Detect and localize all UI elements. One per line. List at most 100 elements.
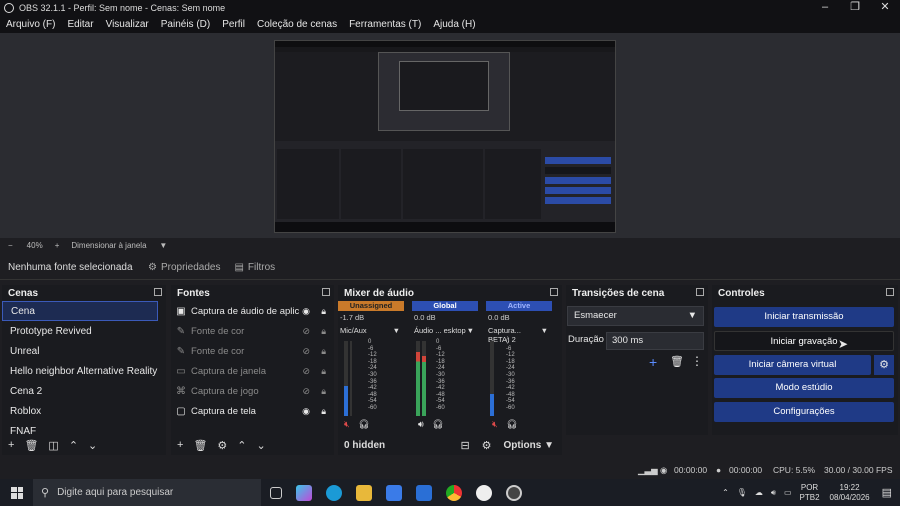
popout-icon[interactable] — [550, 288, 558, 296]
speaker-muted-icon[interactable]: 🔇︎ — [344, 419, 350, 429]
source-item[interactable]: ▭ Captura de janela ⊘ 🔒︎ — [171, 361, 334, 381]
clock-time[interactable]: 19:22 — [830, 483, 870, 493]
scene-item[interactable]: Prototype Revived — [2, 321, 166, 341]
menu-help[interactable]: Ajuda (H) — [433, 19, 475, 30]
scene-item[interactable]: Roblox — [2, 401, 166, 421]
store-icon[interactable] — [386, 485, 402, 501]
battery-icon[interactable]: ▭ — [784, 488, 792, 497]
mic-icon[interactable]: 🎙︎ — [737, 488, 747, 497]
unreal-icon[interactable] — [476, 485, 492, 501]
layout-icon[interactable]: ⊟ — [460, 439, 469, 452]
menu-view[interactable]: Visualizar — [106, 19, 149, 30]
trash-icon[interactable]: 🗑 — [670, 355, 684, 368]
volume-slider[interactable] — [350, 341, 352, 416]
eye-icon[interactable]: ◉ — [302, 406, 310, 417]
source-item[interactable]: ✎ Fonte de cor ⊘ 🔒︎ — [171, 321, 334, 341]
add-source-icon[interactable]: + — [177, 439, 183, 451]
menu-file[interactable]: Arquivo (F) — [6, 19, 55, 30]
more-icon[interactable]: ⋮ — [691, 354, 703, 368]
scale-mode-select[interactable]: Dimensionar à janela — [71, 241, 157, 250]
chevron-down-icon[interactable]: ▼ — [393, 326, 400, 335]
scene-filters-icon[interactable]: ◫ — [48, 439, 58, 452]
language-label[interactable]: POR — [800, 483, 820, 493]
start-streaming-button[interactable]: Iniciar transmissão — [714, 307, 894, 327]
properties-button[interactable]: ⚙ Propriedades — [148, 262, 220, 273]
filters-button[interactable]: ▤ Filtros — [234, 262, 275, 273]
move-down-icon[interactable]: ⌄ — [257, 439, 266, 452]
eye-icon[interactable]: ◉ — [302, 306, 310, 317]
scene-item[interactable]: Hello neighbor Alternative Reality — [2, 361, 166, 381]
preview-canvas[interactable] — [274, 40, 616, 233]
move-up-icon[interactable]: ⌃ — [69, 439, 78, 452]
start-virtual-camera-button[interactable]: Iniciar câmera virtual — [714, 355, 871, 375]
hidden-count[interactable]: 0 hidden — [344, 440, 385, 451]
chevron-up-icon[interactable]: ⌃ — [722, 488, 729, 497]
studio-mode-button[interactable]: Modo estúdio — [714, 378, 894, 398]
settings-button[interactable]: Configurações — [714, 402, 894, 422]
headphones-icon[interactable]: 🎧︎ — [432, 419, 443, 429]
keyboard-layout-label[interactable]: PTB2 — [800, 493, 820, 503]
headphones-icon[interactable]: 🎧︎ — [358, 419, 369, 429]
trash-icon[interactable]: 🗑 — [193, 439, 207, 452]
chevron-down-icon[interactable]: ▼ — [467, 326, 474, 335]
eye-off-icon[interactable]: ⊘ — [302, 386, 310, 397]
lock-icon[interactable]: 🔒︎ — [321, 306, 326, 317]
zoom-out-button[interactable]: − — [8, 241, 13, 250]
edge-icon[interactable] — [326, 485, 342, 501]
duration-input[interactable]: 300 ms — [606, 332, 704, 350]
zoom-in-button[interactable]: + — [55, 241, 60, 250]
menu-scene-collection[interactable]: Coleção de cenas — [257, 19, 337, 30]
source-item[interactable]: ▢ Captura de tela ◉ 🔒︎ — [171, 401, 334, 421]
speaker-icon[interactable]: 🔊︎ — [418, 419, 424, 429]
move-up-icon[interactable]: ⌃ — [237, 439, 246, 452]
chrome-icon[interactable] — [446, 485, 462, 501]
close-button[interactable]: ✕ — [870, 0, 900, 15]
headphones-icon[interactable]: 🎧︎ — [506, 419, 517, 429]
copilot-icon[interactable] — [296, 485, 312, 501]
virtual-camera-settings-button[interactable]: ⚙ — [874, 355, 894, 375]
popout-icon[interactable] — [154, 288, 162, 296]
notifications-icon[interactable]: ▤ — [882, 486, 892, 499]
clock-date[interactable]: 08/04/2026 — [830, 493, 870, 503]
task-view-icon[interactable] — [270, 487, 282, 499]
move-down-icon[interactable]: ⌄ — [88, 439, 97, 452]
lock-icon[interactable]: 🔒︎ — [321, 346, 326, 357]
source-item[interactable]: ▣ Captura de áudio de aplic ◉ 🔒︎ — [171, 301, 334, 321]
add-transition-icon[interactable]: + — [649, 354, 657, 370]
scene-item[interactable]: Cena 2 — [2, 381, 166, 401]
volume-icon[interactable]: 🔊︎ — [771, 488, 776, 498]
lock-icon[interactable]: 🔒︎ — [321, 326, 326, 337]
add-scene-icon[interactable]: + — [8, 439, 14, 451]
menu-edit[interactable]: Editar — [67, 19, 93, 30]
popout-icon[interactable] — [322, 288, 330, 296]
preview-area[interactable] — [0, 33, 900, 238]
source-item[interactable]: ⌘ Captura de jogo ⊘ 🔒︎ — [171, 381, 334, 401]
menu-profile[interactable]: Perfil — [222, 19, 245, 30]
popout-icon[interactable] — [886, 288, 894, 296]
transition-select[interactable]: Esmaecer ▼ — [567, 306, 704, 326]
eye-off-icon[interactable]: ⊘ — [302, 366, 310, 377]
chevron-down-icon[interactable]: ▼ — [159, 241, 167, 250]
network-icon[interactable]: ☁ — [755, 488, 763, 497]
gear-icon[interactable]: ⚙ — [217, 439, 227, 452]
file-explorer-icon[interactable] — [356, 485, 372, 501]
menu-tools[interactable]: Ferramentas (T) — [349, 19, 421, 30]
mail-icon[interactable] — [416, 485, 432, 501]
start-recording-button[interactable]: Iniciar gravação — [714, 331, 894, 351]
scene-item[interactable]: Cena — [2, 301, 158, 321]
menu-docks[interactable]: Painéis (D) — [161, 19, 210, 30]
scene-item[interactable]: Unreal — [2, 341, 166, 361]
windows-start-icon[interactable] — [11, 486, 23, 499]
popout-icon[interactable] — [696, 288, 704, 296]
eye-off-icon[interactable]: ⊘ — [302, 346, 310, 357]
source-item[interactable]: ✎ Fonte de cor ⊘ 🔒︎ — [171, 341, 334, 361]
advanced-audio-icon[interactable]: ⚙ — [482, 439, 492, 452]
lock-icon[interactable]: 🔒︎ — [321, 386, 326, 397]
trash-icon[interactable]: 🗑 — [24, 439, 38, 452]
chevron-down-icon[interactable]: ▼ — [541, 326, 548, 344]
lock-icon[interactable]: 🔒︎ — [321, 406, 326, 417]
eye-off-icon[interactable]: ⊘ — [302, 326, 310, 337]
lock-icon[interactable]: 🔒︎ — [321, 366, 326, 377]
minimize-button[interactable]: – — [810, 0, 840, 15]
maximize-button[interactable]: ❐ — [840, 0, 870, 15]
